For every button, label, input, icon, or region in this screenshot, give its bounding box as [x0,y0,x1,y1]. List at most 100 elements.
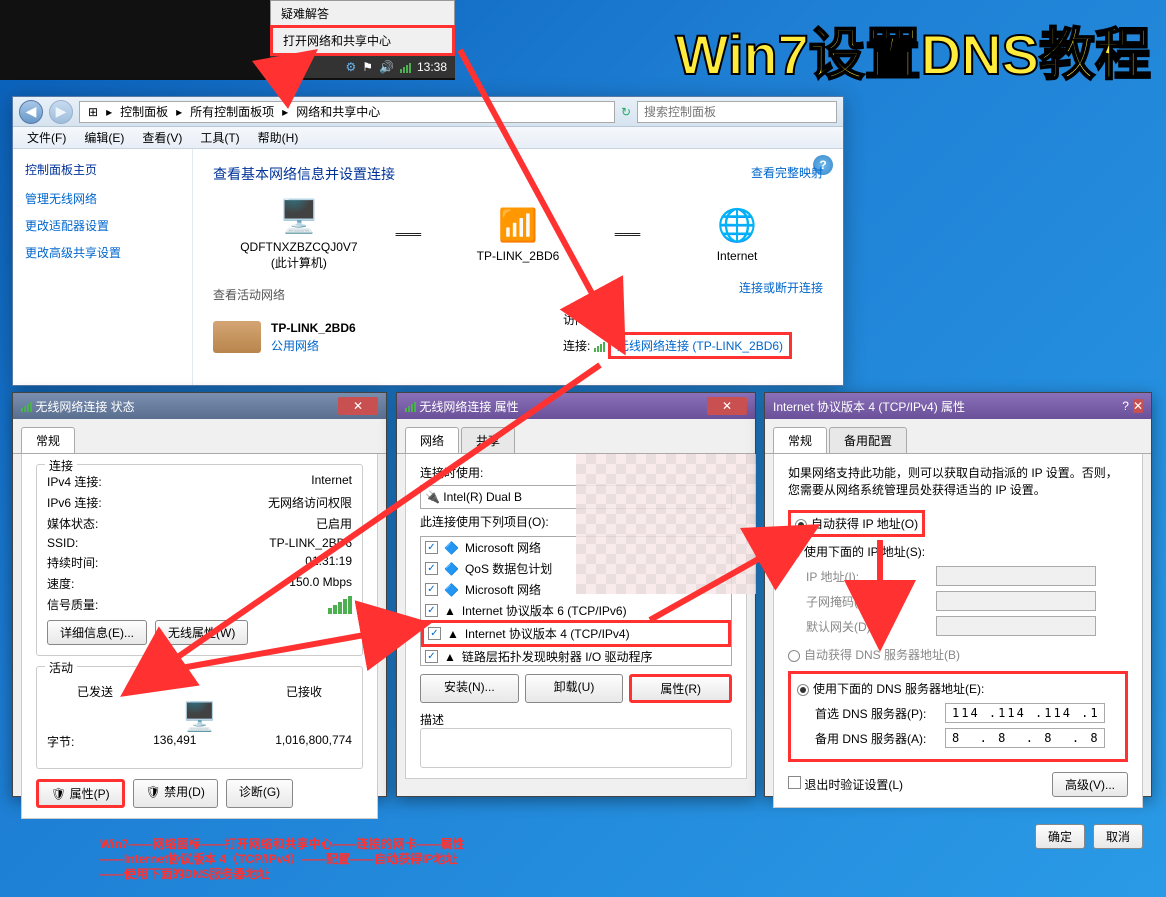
cp-sidebar: 控制面板主页 管理无线网络 更改适配器设置 更改高级共享设置 [13,149,193,385]
sidebar-change-adapter[interactable]: 更改适配器设置 [25,217,180,234]
duration-value: 01:31:19 [305,554,352,571]
menu-edit[interactable]: 编辑(E) [76,127,132,148]
tab-general[interactable]: 常规 [773,427,827,453]
validate-checkbox-row[interactable]: 退出时验证设置(L) [788,776,903,793]
access-type-label: 访问类型: [563,313,614,327]
tray-settings-icon[interactable]: ⚙ [345,60,356,74]
uninstall-button[interactable]: 卸载(U) [525,674,624,703]
node-computer: 🖥️ QDFTNXZBZCQJ0V7 (此计算机) [224,196,374,271]
details-button[interactable]: 详细信息(E)... [47,620,147,645]
breadcrumb[interactable]: ⊞ ▸ 控制面板 ▸ 所有控制面板项 ▸ 网络和共享中心 [79,101,615,123]
nav-back-button[interactable]: ◀ [19,100,43,124]
breadcrumb-refresh-icon[interactable]: ↻ [621,105,631,119]
recv-label: 已接收 [286,683,322,700]
gateway-input [936,616,1096,636]
checkbox-icon[interactable] [788,776,801,789]
breadcrumb-item-2[interactable]: 所有控制面板项 [188,103,276,120]
intro-text: 如果网络支持此功能，则可以获取自动指派的 IP 设置。否则，您需要从网络系统管理… [788,464,1128,498]
list-item-tcpipv4[interactable]: ✓▲Internet 协议版本 4 (TCP/IPv4) [421,620,731,647]
ssid-value: TP-LINK_2BD6 [269,536,352,550]
close-button[interactable]: ✕ [338,397,378,415]
list-item[interactable]: ✓▲链路层拓扑发现映射器 I/O 驱动程序 [421,646,731,666]
menu-help[interactable]: 帮助(H) [250,127,307,148]
network-type-link[interactable]: 公用网络 [271,339,319,353]
signal-strength-icon [328,596,352,614]
preferred-dns-input[interactable] [945,703,1105,723]
close-button[interactable]: ✕ [1133,399,1143,413]
see-full-map-link[interactable]: 查看完整映射 [751,164,823,181]
bytes-label: 字节: [47,733,74,750]
ssid-label: SSID: [47,536,78,550]
nav-forward-button[interactable]: ▶ [49,100,73,124]
sidebar-manage-wireless[interactable]: 管理无线网络 [25,190,180,207]
properties-button[interactable]: 🛡 属性(P) [36,779,125,808]
checkbox-icon[interactable]: ✓ [428,627,441,640]
close-button[interactable]: ✕ [707,397,747,415]
breadcrumb-sep: ▸ [174,105,184,119]
menu-tools[interactable]: 工具(T) [192,127,247,148]
checkbox-icon[interactable]: ✓ [425,583,438,596]
checkbox-icon[interactable]: ✓ [425,562,438,575]
menu-view[interactable]: 查看(V) [134,127,190,148]
checkbox-icon[interactable]: ✓ [425,541,438,554]
breadcrumb-item-3[interactable]: 网络和共享中心 [294,103,382,120]
tray-clock-text[interactable]: 13:38 [417,60,447,74]
tray-menu-open-network-center[interactable]: 打开网络和共享中心 [270,25,455,56]
node-router: 📶 TP-LINK_2BD6 [443,205,593,263]
media-value: 已启用 [316,515,352,532]
tab-general[interactable]: 常规 [21,427,75,453]
list-item[interactable]: ✓▲Internet 协议版本 6 (TCP/IPv6) [421,600,731,621]
computer-sub: (此计算机) [224,254,374,271]
disable-button[interactable]: 🛡 禁用(D) [133,779,218,808]
radio-auto-ip[interactable]: 自动获得 IP 地址(O) [788,510,925,537]
radio-auto-dns[interactable]: 自动获得 DNS 服务器地址(B) [788,646,1128,663]
tray-volume-icon[interactable]: 🔊 [379,60,394,74]
subnet-mask-label: 子网掩码(U): [806,593,936,610]
wireless-connection-link[interactable]: 无线网络连接 (TP-LINK_2BD6) [608,332,792,359]
signal-icon [21,402,32,412]
connection-legend: 连接 [45,457,77,474]
recv-value: 1,016,800,774 [275,733,352,750]
taskbar-tray-area: 疑难解答 打开网络和共享中心 ⚙ ⚑ 🔊 13:38 [0,0,455,80]
tab-alternate[interactable]: 备用配置 [829,427,907,453]
radio-manual-dns[interactable]: 使用下面的 DNS 服务器地址(E): [797,680,1119,697]
breadcrumb-item-1[interactable]: 控制面板 [118,103,170,120]
tray-flag-icon[interactable]: ⚑ [362,60,373,74]
ipv4-titlebar: Internet 协议版本 4 (TCP/IPv4) 属性 ?✕ [765,393,1151,419]
description-label: 描述 [420,711,732,728]
wireless-properties-button[interactable]: 无线属性(W) [155,620,248,645]
media-label: 媒体状态: [47,515,98,532]
duration-label: 持续时间: [47,554,98,571]
radio-icon [797,684,809,696]
ipv6-label: IPv6 连接: [47,494,102,511]
item-properties-button[interactable]: 属性(R) [629,674,732,703]
checkbox-icon[interactable]: ✓ [425,650,438,663]
bench-icon [213,321,261,353]
map-link-line: ═══ [396,227,422,241]
help-button[interactable]: ? [1122,399,1129,413]
tray-menu-troubleshoot[interactable]: 疑难解答 [271,1,454,26]
tutorial-title: Win7设置DNS教程 [675,10,1151,91]
censored-area [576,454,756,594]
status-titlebar: 无线网络连接 状态 ✕ [13,393,386,419]
sidebar-home-link[interactable]: 控制面板主页 [25,161,180,178]
signal-icon [594,342,605,352]
tab-network[interactable]: 网络 [405,427,459,453]
ipv4-label: IPv4 连接: [47,473,102,490]
sidebar-advanced-sharing[interactable]: 更改高级共享设置 [25,244,180,261]
menu-file[interactable]: 文件(F) [19,127,74,148]
connect-disconnect-link[interactable]: 连接或断开连接 [739,279,823,296]
active-networks-label: 查看活动网络 [213,286,823,303]
radio-manual-ip[interactable]: 使用下面的 IP 地址(S): [788,543,1128,560]
search-input[interactable] [637,101,837,123]
install-button[interactable]: 安装(N)... [420,674,519,703]
tab-sharing[interactable]: 共享 [461,427,515,453]
advanced-button[interactable]: 高级(V)... [1052,772,1128,797]
alternate-dns-input[interactable] [945,728,1105,748]
tray-signal-icon[interactable] [400,60,411,74]
activity-icon: 🖥️ [47,700,352,733]
diagnose-button[interactable]: 诊断(G) [226,779,293,808]
checkbox-icon[interactable]: ✓ [425,604,438,617]
internet-label: Internet [662,249,812,263]
connection-properties-dialog: 无线网络连接 属性 ✕ 网络 共享 连接时使用: 🔌 Intel(R) Dual… [396,392,756,797]
